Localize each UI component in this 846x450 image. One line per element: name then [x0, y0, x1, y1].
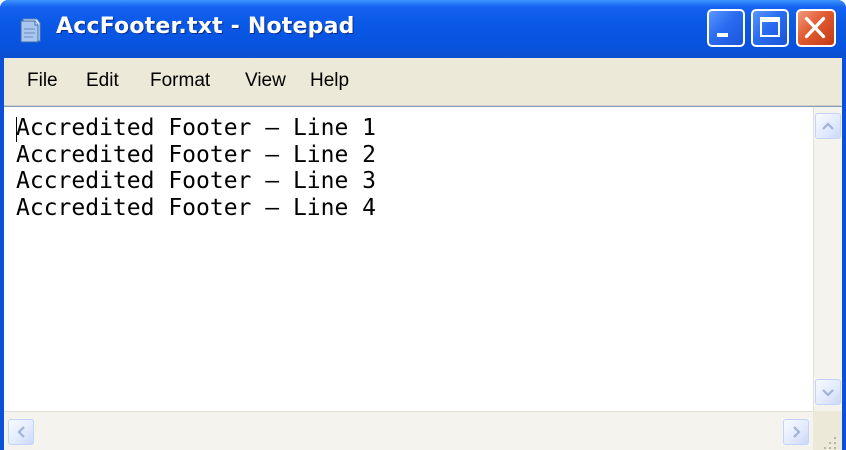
text-line-1: Accredited Footer – Line 1	[16, 115, 377, 141]
scroll-left-button[interactable]	[8, 419, 34, 445]
maximize-icon	[760, 17, 780, 37]
text-caret	[16, 117, 17, 142]
chevron-down-icon	[822, 389, 834, 397]
notepad-window: AccFooter.txt - Notepad File Edit Format…	[0, 0, 846, 450]
minimize-icon	[717, 33, 728, 37]
close-button[interactable]	[796, 9, 836, 47]
scroll-right-button[interactable]	[783, 419, 809, 445]
menu-format[interactable]: Format	[150, 70, 210, 92]
resize-grip-icon	[824, 437, 836, 449]
close-icon	[804, 16, 826, 39]
text-content[interactable]: Accredited Footer – Line 1 Accredited Fo…	[16, 115, 806, 410]
notepad-icon[interactable]	[18, 17, 44, 43]
chevron-up-icon	[822, 122, 834, 130]
menu-help[interactable]: Help	[310, 70, 349, 92]
scroll-up-button[interactable]	[815, 113, 841, 139]
menu-bar: File Edit Format View Help	[4, 58, 842, 106]
menu-edit[interactable]: Edit	[86, 70, 119, 92]
maximize-button[interactable]	[751, 9, 789, 47]
menu-view[interactable]: View	[245, 70, 286, 92]
chevron-left-icon	[17, 426, 25, 438]
window-title: AccFooter.txt - Notepad	[56, 14, 355, 39]
text-line-2: Accredited Footer – Line 2	[16, 141, 377, 168]
menu-file[interactable]: File	[27, 70, 58, 92]
text-line-4: Accredited Footer – Line 4	[16, 194, 377, 221]
text-line-3: Accredited Footer – Line 3	[16, 168, 377, 194]
text-editor[interactable]: Accredited Footer – Line 1 Accredited Fo…	[4, 106, 842, 450]
chevron-right-icon	[793, 426, 801, 438]
title-bar[interactable]: AccFooter.txt - Notepad	[0, 0, 846, 58]
resize-grip[interactable]	[813, 411, 842, 450]
minimize-button[interactable]	[707, 9, 745, 47]
scroll-down-button[interactable]	[815, 379, 841, 405]
vertical-scrollbar[interactable]	[813, 107, 842, 411]
horizontal-scrollbar[interactable]	[4, 411, 813, 450]
